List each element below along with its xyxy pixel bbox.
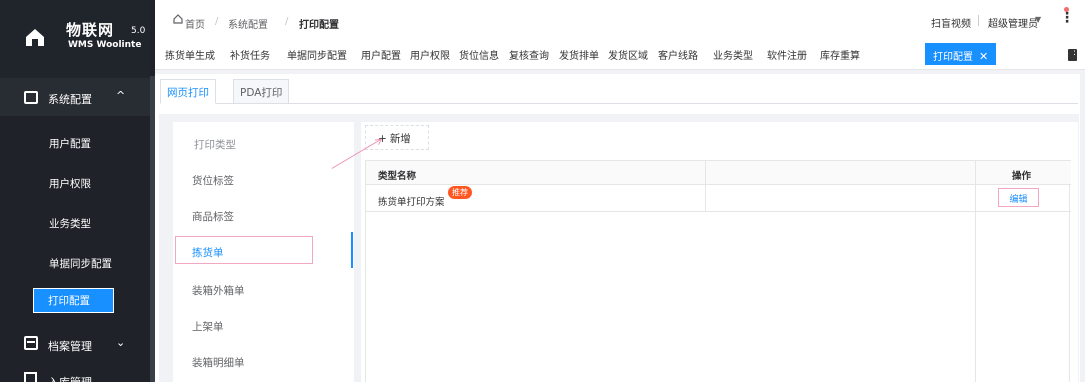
tag-customer-route[interactable]: 客户线路 bbox=[658, 47, 698, 62]
inbound-icon bbox=[24, 372, 37, 382]
list-item-label: 装箱外箱单 bbox=[192, 285, 245, 297]
logo-subtitle: WMS Woolinte bbox=[68, 40, 142, 50]
main-panel: 网页打印 PDA打印 打印类型 货位标签 商品标签 拣货单 装箱外箱单 上架单 … bbox=[155, 74, 1080, 382]
table-row: 拣货单打印方案 推荐 编辑 bbox=[366, 185, 1071, 212]
add-button-label: 新增 bbox=[389, 133, 411, 145]
tag-doc-sync[interactable]: 单据同步配置 bbox=[287, 47, 347, 62]
header-divider bbox=[978, 15, 979, 26]
list-item-label: 拣货单 bbox=[192, 247, 224, 259]
sidebar-item-user-permission[interactable]: 用户权限 bbox=[0, 164, 150, 202]
list-header: 打印类型 bbox=[173, 124, 354, 160]
logo-version: 5.0 bbox=[131, 26, 146, 36]
tag-business-type[interactable]: 业务类型 bbox=[713, 47, 753, 62]
scan-video-link[interactable]: 扫盲视频 bbox=[931, 15, 971, 30]
list-item-product-label[interactable]: 商品标签 bbox=[173, 196, 354, 232]
breadcrumb-current: 打印配置 bbox=[299, 20, 339, 31]
tag-shipping-schedule[interactable]: 发货排单 bbox=[559, 47, 599, 62]
list-item-label: 装箱明细单 bbox=[192, 357, 245, 369]
tabs-divider bbox=[160, 103, 1078, 104]
list-item-label: 上架单 bbox=[192, 321, 224, 333]
sidebar-item-label: 用户配置 bbox=[49, 138, 91, 150]
recommend-badge: 推荐 bbox=[448, 186, 472, 199]
tag-software-register[interactable]: 软件注册 bbox=[767, 47, 807, 62]
table-header: 类型名称 操作 bbox=[366, 160, 1071, 185]
more-icon[interactable]: ⋮ bbox=[1060, 11, 1074, 25]
tags-bar: 拣货单生成 补货任务 单据同步配置 用户配置 用户权限 货位信息 复核查询 发货… bbox=[155, 38, 1085, 70]
sidebar-item-user-config[interactable]: 用户配置 bbox=[0, 124, 150, 162]
sidebar-item-business-type[interactable]: 业务类型 bbox=[0, 204, 150, 242]
column-divider bbox=[975, 160, 976, 382]
logo-title: 物联网 bbox=[66, 21, 115, 39]
user-menu[interactable]: 超级管理员 bbox=[988, 15, 1038, 30]
list-item-carton-detail[interactable]: 装箱明细单 bbox=[173, 342, 354, 378]
tag-label: 打印配置 bbox=[933, 52, 973, 63]
system-config-icon bbox=[24, 91, 38, 104]
tag-stock-recalc[interactable]: 库存重算 bbox=[820, 47, 860, 62]
list-item-carton-outer[interactable]: 装箱外箱单 bbox=[173, 270, 354, 306]
list-item-label: 商品标签 bbox=[192, 211, 234, 223]
tag-print-config[interactable]: 打印配置 ✕ bbox=[925, 43, 997, 65]
annotation-arrow bbox=[331, 138, 382, 169]
menu-group-label: 档案管理 bbox=[48, 340, 92, 353]
sidebar-item-label: 打印配置 bbox=[48, 295, 90, 307]
list-item-putaway[interactable]: 上架单 bbox=[173, 306, 354, 342]
list-item-picking[interactable]: 拣货单 bbox=[173, 232, 354, 268]
sidebar-item-label: 业务类型 bbox=[49, 218, 91, 230]
breadcrumb-separator: / bbox=[285, 16, 289, 27]
menu-group-archive[interactable]: 档案管理 ⌄ bbox=[0, 326, 150, 364]
breadcrumb-home[interactable]: 首页 bbox=[185, 16, 205, 31]
caret-down-icon[interactable]: ▼ bbox=[1035, 15, 1041, 24]
tag-replenish[interactable]: 补货任务 bbox=[230, 47, 270, 62]
close-icon[interactable]: ✕ bbox=[979, 50, 988, 63]
sidebar-item-label: 用户权限 bbox=[49, 178, 91, 190]
menu-group-inbound[interactable]: 入库管理 bbox=[0, 364, 150, 382]
tag-picking-generate[interactable]: 拣货单生成 bbox=[165, 47, 215, 62]
sidebar-item-label: 单据同步配置 bbox=[49, 258, 112, 270]
tab-web-print[interactable]: 网页打印 bbox=[160, 79, 216, 104]
menu-group-system-config[interactable]: 系统配置 ^ bbox=[0, 78, 150, 116]
edit-button[interactable]: 编辑 bbox=[998, 188, 1039, 207]
breadcrumb-system-config[interactable]: 系统配置 bbox=[228, 16, 268, 31]
list-item-label: 货位标签 bbox=[192, 175, 234, 187]
sidebar-item-print-config[interactable]: 打印配置 bbox=[0, 281, 150, 319]
tag-review-query[interactable]: 复核查询 bbox=[509, 47, 549, 62]
column-divider bbox=[705, 160, 706, 212]
tag-user-permission[interactable]: 用户权限 bbox=[410, 47, 450, 62]
content-area: + 新增 类型名称 操作 拣货单打印方案 推荐 编辑 bbox=[361, 122, 1078, 382]
home-icon bbox=[173, 14, 183, 24]
sidebar-item-doc-sync-config[interactable]: 单据同步配置 bbox=[0, 244, 150, 282]
cell-type-name: 拣货单打印方案 bbox=[378, 197, 445, 208]
tag-shipping-area[interactable]: 发货区域 bbox=[608, 47, 648, 62]
active-indicator bbox=[351, 232, 353, 268]
chevron-down-icon: ⌄ bbox=[116, 336, 126, 349]
list-item-location-label[interactable]: 货位标签 bbox=[173, 160, 354, 196]
home-logo-icon bbox=[26, 29, 44, 46]
list-header-label: 打印类型 bbox=[194, 139, 236, 151]
top-header: 首页 / 系统配置 / 打印配置 扫盲视频 超级管理员 ▼ ⋮ bbox=[155, 0, 1085, 38]
tab-pda-print[interactable]: PDA打印 bbox=[233, 79, 290, 104]
archive-icon bbox=[24, 336, 38, 350]
logo: 物联网 5.0 WMS Woolinte bbox=[0, 0, 150, 78]
print-type-list: 打印类型 货位标签 商品标签 拣货单 装箱外箱单 上架单 装箱明细单 bbox=[173, 122, 354, 382]
menu-group-label: 入库管理 bbox=[48, 374, 92, 382]
chevron-up-icon: ^ bbox=[116, 89, 126, 102]
tag-user-config[interactable]: 用户配置 bbox=[361, 47, 401, 62]
sidebar: 物联网 5.0 WMS Woolinte 系统配置 ^ 用户配置 用户权限 业务… bbox=[0, 0, 155, 382]
column-header-op: 操作 bbox=[1012, 171, 1032, 182]
print-scheme-table: 类型名称 操作 拣货单打印方案 推荐 编辑 bbox=[365, 160, 1071, 382]
tag-location-info[interactable]: 货位信息 bbox=[459, 47, 499, 62]
tags-menu-icon[interactable] bbox=[1068, 47, 1079, 61]
breadcrumb-separator: / bbox=[215, 16, 219, 27]
menu-group-label: 系统配置 bbox=[48, 93, 92, 106]
